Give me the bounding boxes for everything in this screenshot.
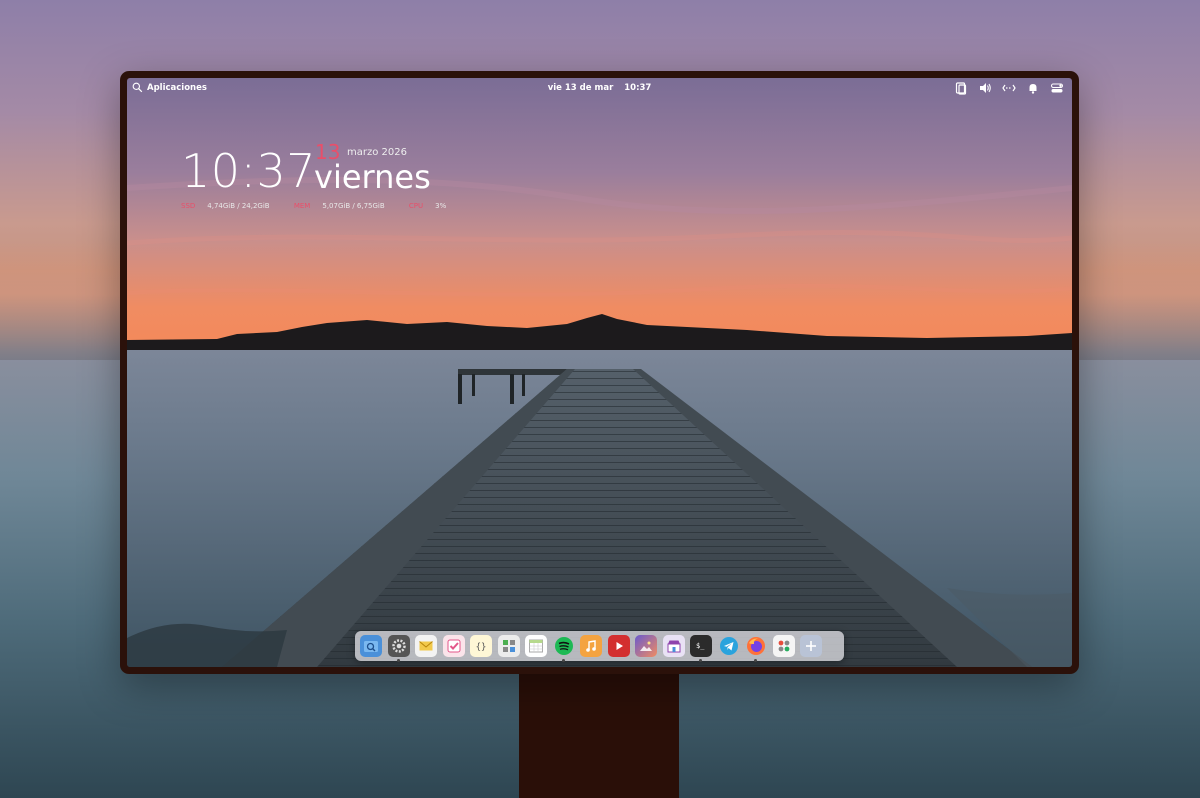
stat-cpu-value: 3%	[435, 202, 447, 210]
dock-music[interactable]	[580, 635, 602, 657]
dock: {} $_	[355, 631, 844, 662]
dock-calculator[interactable]	[497, 635, 520, 657]
top-panel: Aplicaciones vie 13 de mar 10:37	[127, 78, 1072, 100]
dock-telegram[interactable]	[718, 635, 740, 657]
monitor-frame: Aplicaciones vie 13 de mar 10:37 10:37 1…	[120, 71, 1079, 674]
dock-terminal[interactable]: $_	[690, 635, 712, 662]
dock-code[interactable]: {}	[470, 635, 492, 657]
calendar-icon	[529, 639, 543, 653]
notification-bell-icon[interactable]	[1026, 81, 1040, 95]
running-indicator	[396, 659, 400, 662]
dock-firefox[interactable]	[745, 635, 767, 662]
indicator-area	[954, 81, 1064, 95]
gear-icon	[391, 639, 406, 653]
stat-mem-value: 5,07GiB / 6,75GiB	[322, 202, 385, 210]
date-time-indicator[interactable]: vie 13 de mar 10:37	[127, 83, 1072, 93]
dock-tasks[interactable]	[442, 635, 465, 657]
monitor-stand	[519, 672, 679, 798]
volume-icon[interactable]	[978, 81, 992, 95]
network-icon[interactable]	[1002, 81, 1016, 95]
terminal-icon: $_	[696, 642, 705, 650]
play-icon	[616, 642, 623, 650]
svg-text:{}: {}	[476, 643, 487, 653]
telegram-icon	[719, 637, 738, 655]
svg-text:$_: $_	[696, 642, 705, 650]
widget-weekday: viernes	[314, 158, 431, 196]
stat-cpu-key: CPU	[408, 202, 424, 210]
dock-system-monitor[interactable]	[772, 635, 795, 657]
dock-settings[interactable]	[387, 635, 410, 662]
calculator-icon	[502, 640, 515, 652]
music-note-icon	[586, 640, 596, 652]
widget-month-year: marzo 2026	[347, 147, 407, 158]
folder-search-icon	[364, 641, 378, 652]
grid-icon	[778, 640, 789, 652]
plus-icon	[806, 641, 816, 651]
dock-spotify[interactable]	[553, 635, 575, 662]
clipboard-icon[interactable]	[954, 81, 968, 95]
time-label: 10:37	[624, 83, 652, 93]
widget-time: 10:37	[181, 144, 317, 198]
dock-files[interactable]	[360, 635, 382, 657]
running-indicator	[754, 659, 757, 662]
stat-ssd-key: SSD	[181, 202, 196, 210]
session-toggle-icon[interactable]	[1050, 81, 1064, 95]
stat-mem-key: MEM	[293, 202, 311, 210]
photo-icon	[640, 641, 652, 651]
spotify-icon	[554, 637, 573, 655]
running-indicator	[699, 659, 702, 662]
system-stats: SSD 4,74GiB / 24,2GiB MEM 5,07GiB / 6,75Gi…	[181, 202, 468, 210]
mail-icon	[419, 641, 433, 651]
desktop-screen: Aplicaciones vie 13 de mar 10:37 10:37 1…	[127, 78, 1072, 667]
stat-ssd-value: 4,74GiB / 24,2GiB	[207, 202, 270, 210]
dock-app-center[interactable]	[662, 635, 685, 657]
dock-add-button[interactable]	[800, 635, 822, 657]
dock-photos[interactable]	[635, 635, 657, 657]
code-braces-icon: {}	[476, 643, 487, 653]
checkbox-icon	[447, 639, 460, 653]
dock-calendar[interactable]	[525, 635, 547, 657]
running-indicator	[561, 659, 565, 662]
date-label: vie 13 de mar	[547, 83, 614, 93]
firefox-icon	[747, 637, 765, 655]
store-icon	[667, 640, 680, 653]
dock-mail[interactable]	[415, 635, 437, 657]
dock-videos[interactable]	[607, 635, 630, 657]
